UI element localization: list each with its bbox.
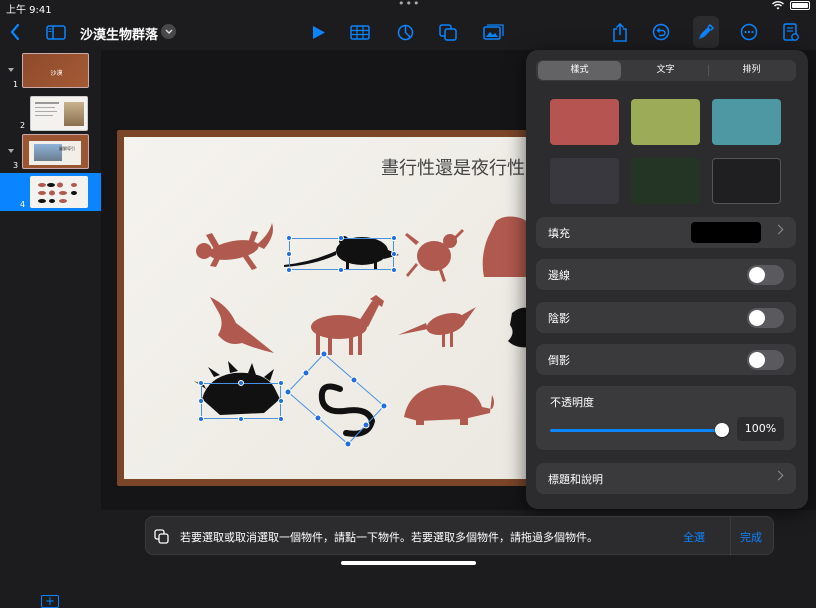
fill-label: 填充: [548, 227, 570, 240]
status-bar: 上午 9:41 •••: [0, 0, 816, 16]
chevron-right-icon: [773, 224, 784, 235]
chevron-right-icon: [773, 470, 784, 481]
reflection-toggle[interactable]: [747, 350, 784, 370]
multi-select-icon: [154, 529, 170, 548]
disclosure-triangle-icon[interactable]: [8, 149, 14, 153]
hint-text: 若要選取或取消選取一個物件，請點一下物件。若要選取多個物件，請拖過多個物件。: [180, 531, 598, 544]
slide-thumbnail-label: 沙漠: [50, 70, 63, 77]
selection-box-snake[interactable]: [282, 350, 392, 450]
undo-icon[interactable]: [650, 14, 672, 50]
toolbar: 沙漠生物群落: [0, 14, 816, 50]
document-settings-icon[interactable]: [780, 14, 802, 50]
multitasking-dots-icon[interactable]: •••: [398, 0, 420, 10]
reflection-label: 倒影: [548, 354, 570, 367]
beetle-shape[interactable]: [405, 229, 464, 282]
selection-box-porcupine[interactable]: [201, 383, 281, 419]
style-swatch-red[interactable]: [550, 99, 619, 145]
caption-label: 標題和說明: [548, 473, 603, 486]
chart-icon[interactable]: [394, 14, 416, 50]
table-icon[interactable]: [348, 14, 372, 50]
play-icon[interactable]: [308, 14, 330, 50]
selection-box-rat[interactable]: [289, 238, 394, 270]
slide-thumbnail-2[interactable]: 2: [0, 95, 101, 133]
fill-row[interactable]: 填充: [536, 217, 796, 248]
opacity-section: 不透明度 100%: [536, 386, 796, 450]
opacity-value-field[interactable]: 100%: [737, 417, 784, 441]
home-indicator: [341, 561, 476, 565]
border-label: 邊線: [548, 269, 570, 282]
format-tabs: 樣式 文字 排列: [536, 60, 796, 81]
shadow-label: 陰影: [548, 312, 570, 325]
eagle-shape[interactable]: [210, 297, 274, 353]
style-swatch-green[interactable]: [631, 99, 700, 145]
shadow-row: 陰影: [536, 302, 796, 333]
opacity-label: 不透明度: [550, 396, 594, 409]
tortoise-shape[interactable]: [404, 385, 494, 425]
sidebar-toggle-icon[interactable]: [44, 14, 68, 50]
media-icon[interactable]: [481, 14, 505, 50]
caption-row[interactable]: 標題和說明: [536, 463, 796, 494]
tab-text[interactable]: 文字: [624, 61, 707, 80]
gecko-shape[interactable]: [196, 223, 273, 270]
done-button[interactable]: 完成: [740, 529, 762, 545]
tab-style[interactable]: 樣式: [538, 61, 621, 80]
style-swatch-black[interactable]: [712, 158, 781, 204]
style-swatch-dark-green[interactable]: [631, 158, 700, 204]
deer-shape[interactable]: [311, 295, 384, 355]
format-paintbrush-icon[interactable]: [693, 16, 719, 48]
document-title[interactable]: 沙漠生物群落: [80, 24, 158, 43]
more-icon[interactable]: [738, 14, 760, 50]
add-slide-icon[interactable]: +: [41, 595, 59, 608]
style-swatch-charcoal[interactable]: [550, 158, 619, 204]
slide-thumbnail-4[interactable]: 4: [0, 173, 101, 211]
border-toggle[interactable]: [747, 265, 784, 285]
style-swatch-teal[interactable]: [712, 99, 781, 145]
share-icon[interactable]: [609, 14, 631, 50]
wifi-icon: [772, 1, 784, 10]
select-all-button[interactable]: 全選: [683, 529, 705, 545]
disclosure-triangle-icon[interactable]: [8, 68, 14, 72]
title-menu-chevron-icon[interactable]: [161, 24, 176, 39]
owl-shape[interactable]: [482, 216, 530, 278]
slide-thumbnail-3[interactable]: 3 圖解導引: [0, 133, 101, 171]
roadrunner-shape[interactable]: [398, 307, 476, 347]
selection-hint-bar: 若要選取或取消選取一個物件，請點一下物件。若要選取多個物件，請拖過多個物件。 全…: [145, 516, 774, 556]
battery-icon: [790, 1, 810, 10]
shadow-toggle[interactable]: [747, 308, 784, 328]
tab-arrange[interactable]: 排列: [710, 61, 793, 80]
format-panel: 樣式 文字 排列 填充 邊線 陰影 倒影 不透明度 100% 標題和說明: [526, 50, 808, 509]
opacity-slider[interactable]: [550, 429, 722, 432]
border-row: 邊線: [536, 259, 796, 290]
back-icon[interactable]: [4, 14, 26, 50]
slide-thumbnail-1[interactable]: 1 沙漠: [0, 52, 101, 90]
shape-icon[interactable]: [437, 14, 459, 50]
fill-color-swatch[interactable]: [691, 222, 761, 243]
slide-navigator: 1 沙漠 2 3 圖解導引 4 +: [0, 50, 101, 608]
reflection-row: 倒影: [536, 344, 796, 375]
opacity-slider-knob[interactable]: [715, 423, 729, 437]
